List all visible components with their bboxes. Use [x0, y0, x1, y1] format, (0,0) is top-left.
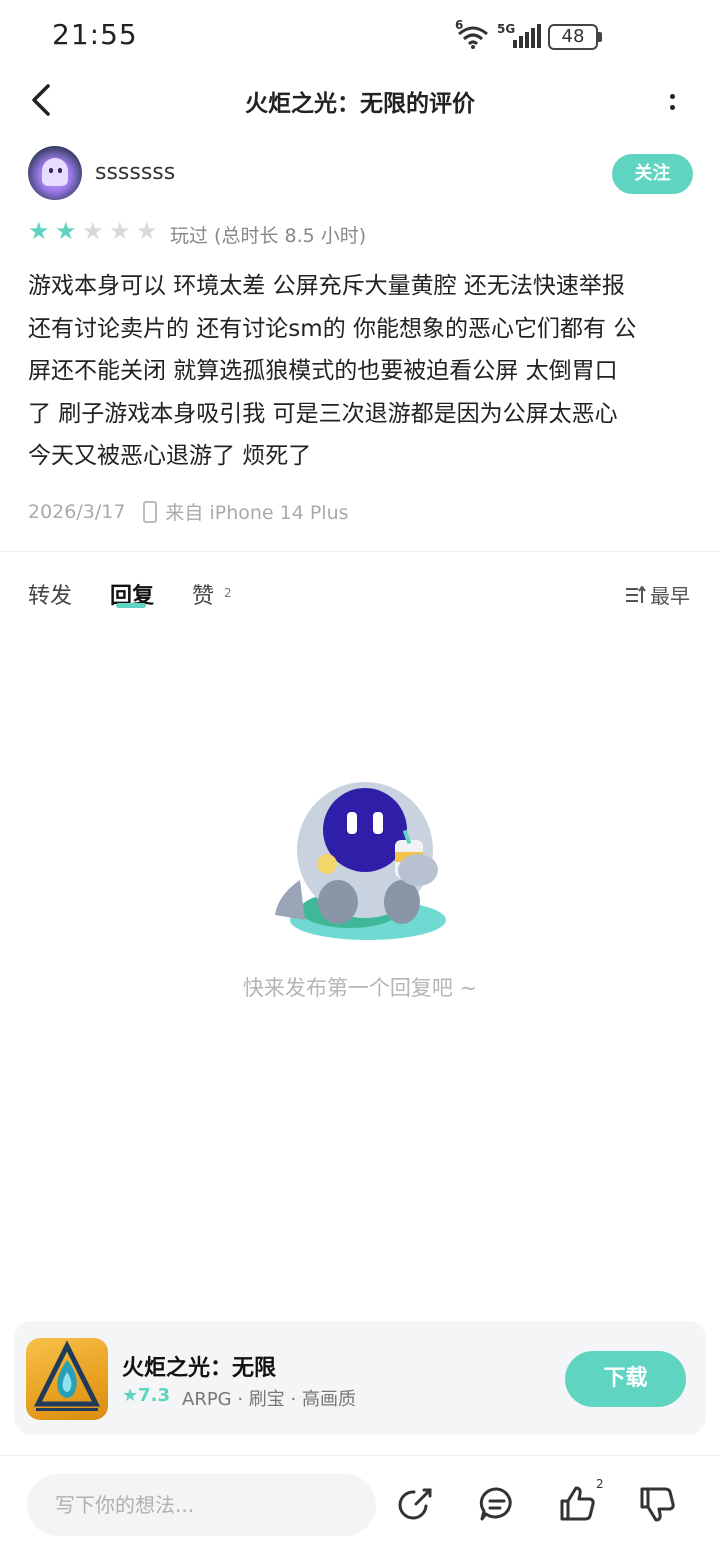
status-time: 21:55: [52, 18, 138, 51]
star-icon: ★: [82, 217, 104, 245]
avatar-eye-right: [58, 168, 62, 173]
tab-active-indicator: [116, 603, 146, 608]
robot-illustration: [275, 782, 446, 940]
back-button[interactable]: [28, 82, 68, 122]
thumb-up-icon[interactable]: [558, 1484, 598, 1524]
wifi-generation-label: 6: [455, 18, 464, 32]
like-count-badge: 2: [596, 1477, 604, 1491]
star-icon: ★: [55, 217, 77, 245]
sort-icon: [626, 585, 646, 604]
game-icon[interactable]: [26, 1338, 108, 1420]
flame-logo-icon: [33, 1340, 101, 1411]
username[interactable]: sssssss: [95, 160, 175, 185]
more-icon-dot: [669, 105, 675, 110]
more-icon: [669, 94, 675, 99]
avatar-eye-left: [49, 168, 53, 173]
divider: [0, 551, 720, 552]
star-icon: ★: [28, 217, 50, 245]
battery-icon: 48: [548, 24, 598, 50]
review-device: 来自 iPhone 14 Plus: [165, 502, 349, 524]
game-name[interactable]: 火炬之光：无限: [122, 1350, 276, 1382]
review-line: 了 刷子游戏本身吸引我 可是三次退游都是因为公屏太恶心: [28, 400, 618, 427]
page-title: 火炬之光：无限的评价: [245, 91, 475, 117]
played-duration: 玩过 (总时长 8.5 小时): [170, 225, 367, 247]
comment-input[interactable]: [27, 1474, 376, 1536]
review-line: 今天又被恶心退游了 烦死了: [28, 443, 312, 469]
review-meta: 2026/3/17 来自 iPhone 14 Plus: [28, 498, 349, 525]
back-icon: [32, 84, 50, 116]
tab-repost[interactable]: 转发: [28, 578, 72, 610]
sort-button[interactable]: 最早: [626, 580, 690, 609]
battery-tip: [598, 32, 602, 42]
review-line: 屏还不能关闭 就算选孤狼模式的也要被迫看公屏 太倒胃口: [28, 358, 618, 384]
star-icon: ★: [109, 217, 131, 245]
download-button[interactable]: 下载: [565, 1351, 686, 1407]
review-line: 游戏本身可以 环境太差 公屏充斥大量黄腔 还无法快速举报: [28, 273, 625, 299]
comment-icon[interactable]: [477, 1484, 517, 1524]
empty-state-text: 快来发布第一个回复吧 ~: [242, 976, 478, 1000]
signal-icon: [513, 24, 541, 48]
rating-stars: ★ ★ ★ ★ ★: [28, 217, 159, 245]
review-text: 游戏本身可以 环境太差 公屏充斥大量黄腔 还无法快速举报 还有讨论卖片的 还有讨…: [28, 265, 696, 478]
thumb-down-icon[interactable]: [638, 1484, 678, 1524]
star-icon: ★: [136, 217, 158, 245]
review-date: 2026/3/17: [28, 500, 126, 523]
avatar-ghost: [42, 158, 68, 186]
phone-icon: [143, 500, 158, 523]
game-tags: ARPG · 刷宝 · 高画质: [182, 1389, 356, 1410]
game-score: ★7.3: [122, 1385, 170, 1406]
game-score-value: 7.3: [138, 1385, 171, 1406]
more-button[interactable]: [660, 84, 684, 120]
sort-label: 最早: [650, 584, 690, 608]
tab-like-count: 2: [224, 586, 232, 600]
star-icon: ★: [122, 1385, 139, 1406]
avatar[interactable]: [28, 146, 82, 200]
tab-like[interactable]: 赞: [192, 578, 214, 610]
follow-button[interactable]: 关注: [612, 154, 693, 194]
review-line: 还有讨论卖片的 还有讨论sm的 你能想象的恶心它们都有 公: [28, 315, 637, 342]
bottom-divider: [0, 1455, 720, 1456]
share-icon[interactable]: [396, 1484, 436, 1524]
